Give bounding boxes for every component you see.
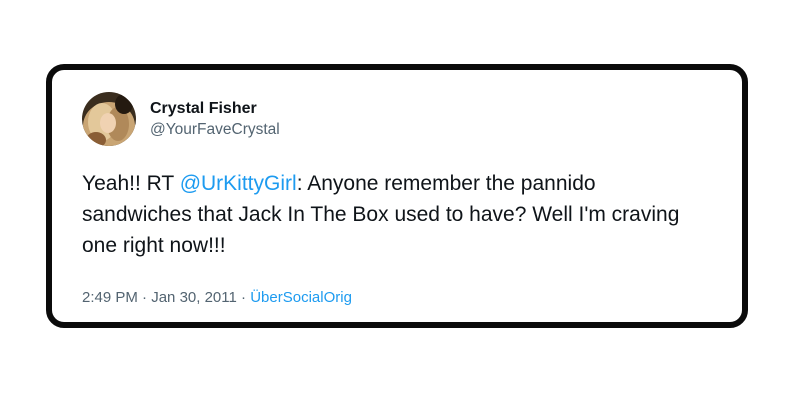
tweet-time[interactable]: 2:49 PM — [82, 289, 138, 306]
avatar-image — [82, 92, 136, 146]
meta-separator: · — [236, 289, 251, 306]
tweet-text-before: Yeah!! RT — [82, 172, 180, 195]
tweet-header: Crystal Fisher @YourFaveCrystal — [82, 92, 280, 146]
tweet-date[interactable]: Jan 30, 2011 — [151, 289, 237, 306]
tweet-text: Yeah!! RT @UrKittyGirl: Anyone remember … — [82, 168, 702, 261]
author-display-name[interactable]: Crystal Fisher — [150, 99, 280, 119]
meta-separator: · — [137, 289, 152, 306]
avatar[interactable] — [82, 92, 136, 146]
tweet-meta: 2:49 PM · Jan 30, 2011 · ÜberSocialOrig — [82, 288, 352, 308]
author-handle[interactable]: @YourFaveCrystal — [150, 120, 280, 140]
tweet-source-link[interactable]: ÜberSocialOrig — [250, 289, 352, 306]
mention-link[interactable]: @UrKittyGirl — [180, 172, 297, 195]
tweet-card: Crystal Fisher @YourFaveCrystal Yeah!! R… — [46, 64, 748, 328]
author-names: Crystal Fisher @YourFaveCrystal — [150, 99, 280, 140]
